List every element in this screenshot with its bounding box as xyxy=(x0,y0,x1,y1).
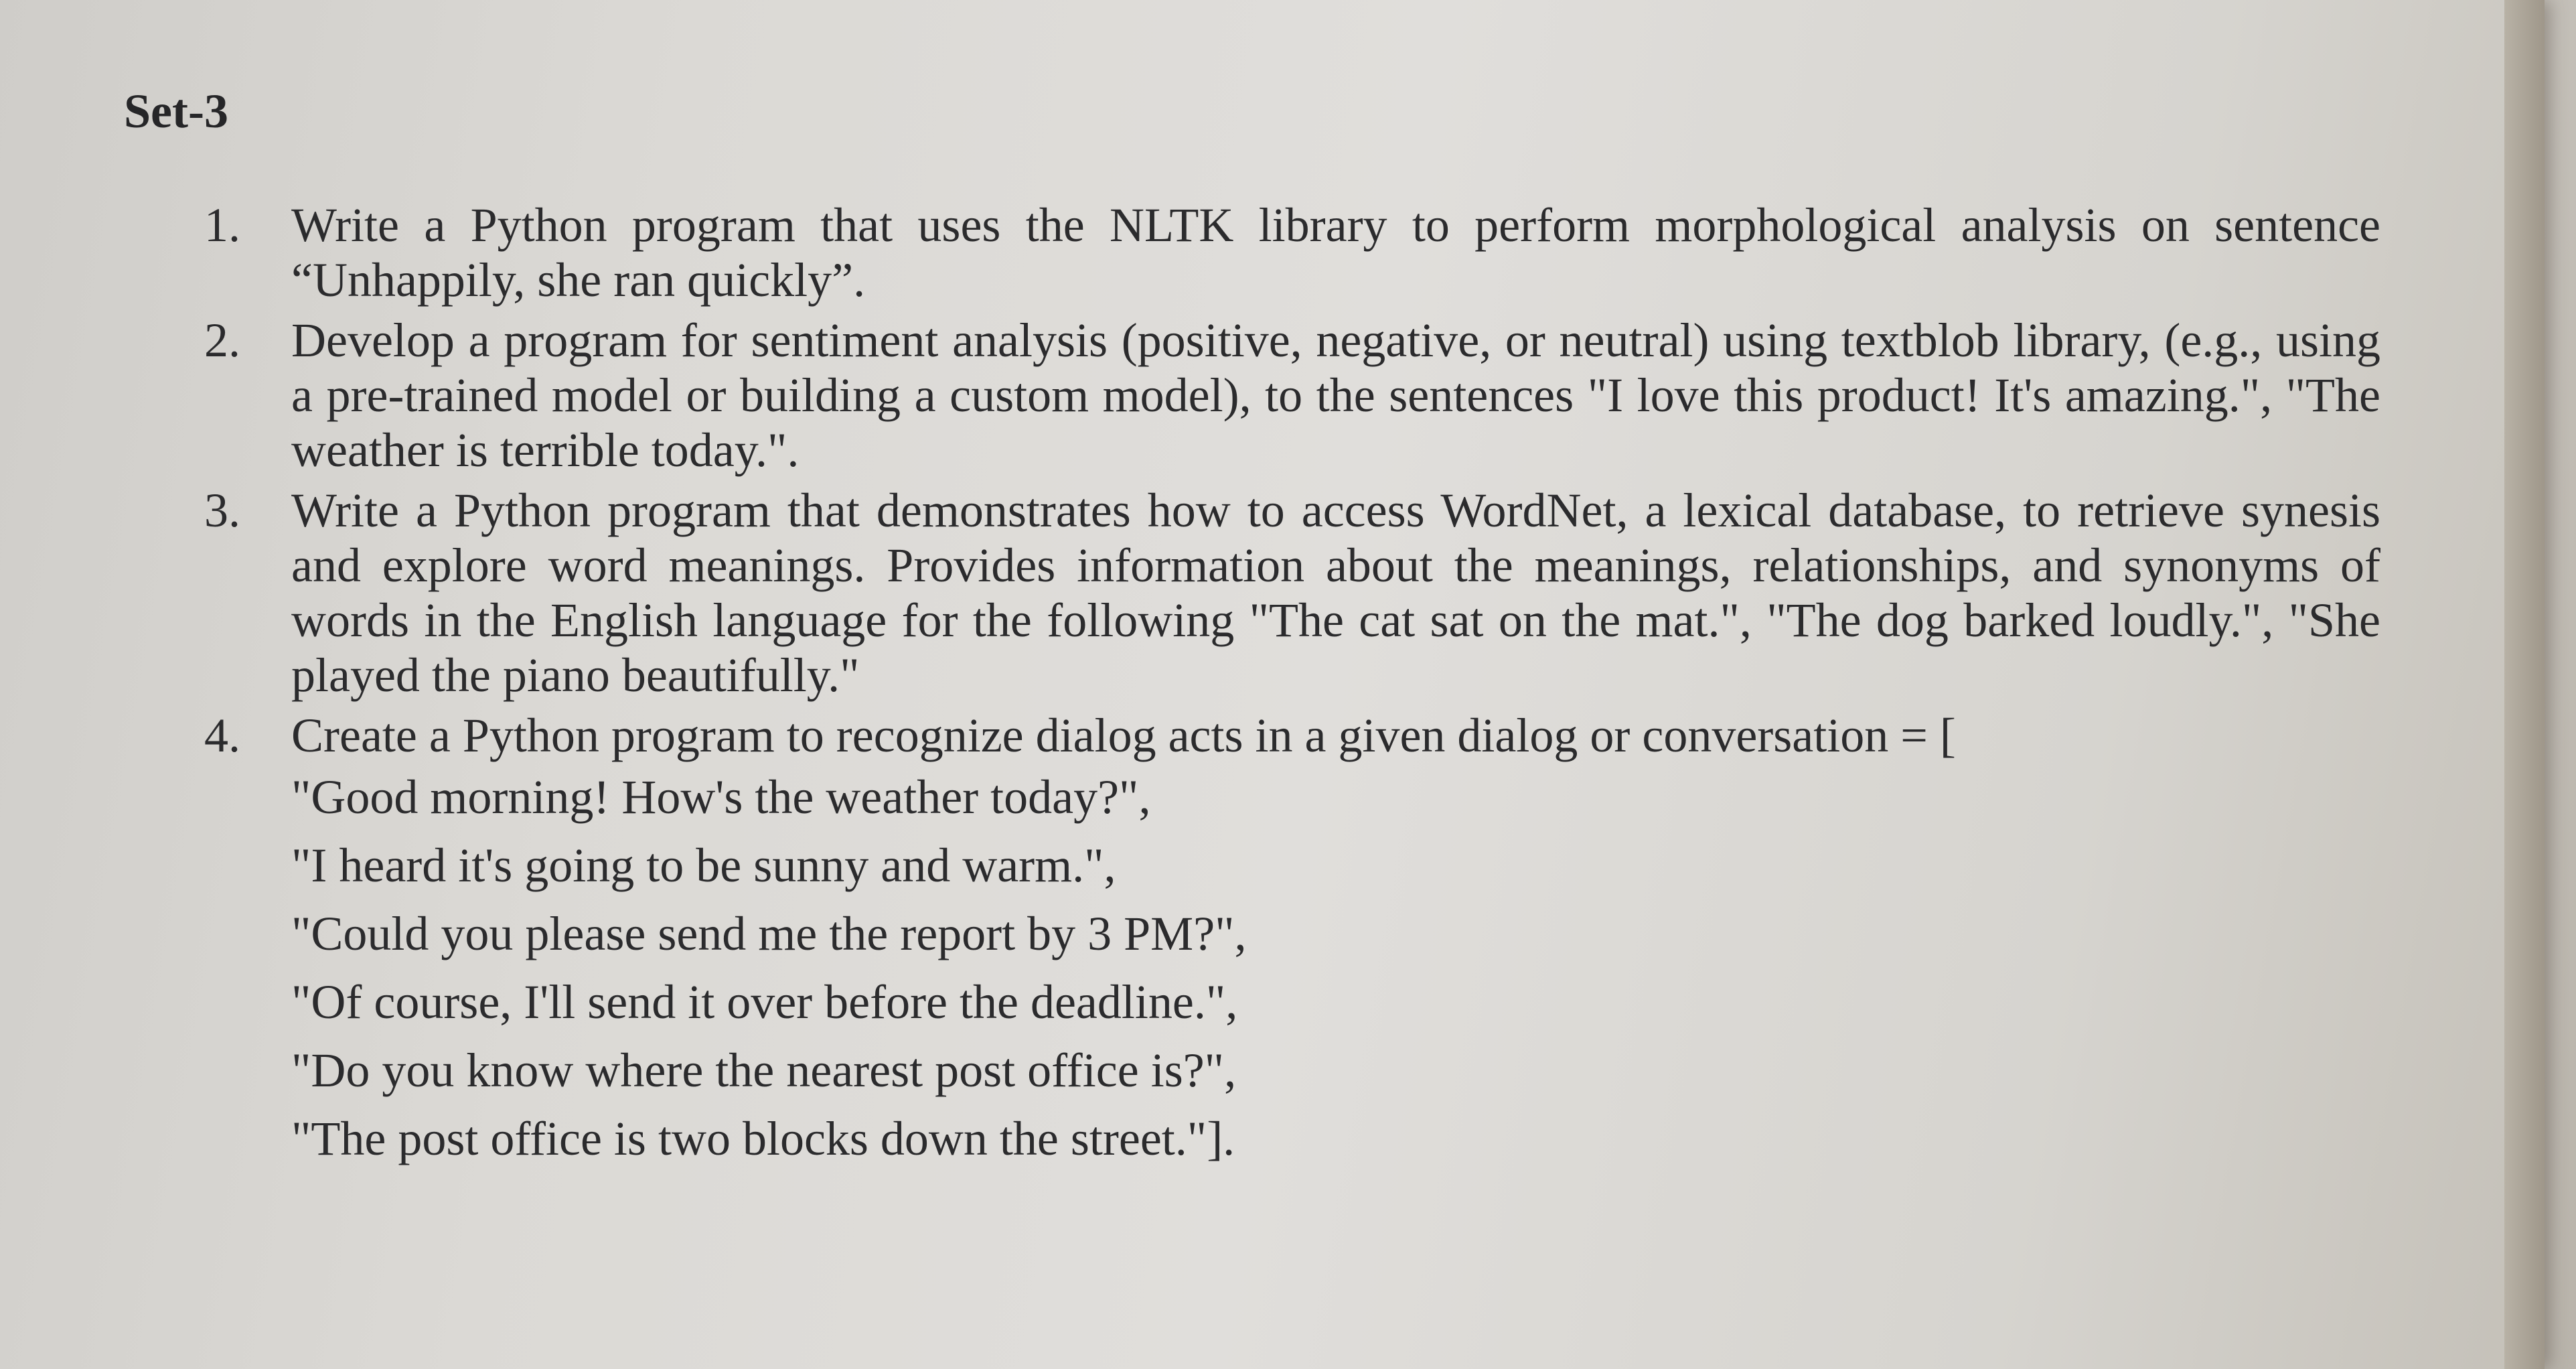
paper-sheet: Set-3 1. Write a Python program that use… xyxy=(0,0,2545,1369)
paper-edge-shadow xyxy=(2504,0,2545,1369)
conversation-line: "I heard it's going to be sunny and warm… xyxy=(291,839,1116,892)
question-text: Develop a program for sentiment analysis… xyxy=(291,313,2380,477)
set-title: Set-3 xyxy=(124,84,228,138)
conversation-line: "The post office is two blocks down the … xyxy=(291,1112,1235,1165)
conversation-block: "Good morning! How's the weather today?"… xyxy=(291,763,2380,1173)
conversation-line: "Do you know where the nearest post offi… xyxy=(291,1043,1237,1097)
document-photo: Set-3 1. Write a Python program that use… xyxy=(0,0,2576,1369)
question-item: 1. Write a Python program that uses the … xyxy=(204,198,2380,307)
conversation-line: "Could you please send me the report by … xyxy=(291,907,1247,960)
question-text: Write a Python program that uses the NLT… xyxy=(291,198,2380,307)
conversation-line: "Good morning! How's the weather today?"… xyxy=(291,770,1151,824)
question-text: Create a Python program to recognize dia… xyxy=(291,709,1956,762)
question-number: 4. xyxy=(204,709,240,762)
question-number: 3. xyxy=(204,484,240,537)
question-number: 1. xyxy=(204,198,240,252)
question-list: 1. Write a Python program that uses the … xyxy=(204,198,2380,1178)
question-item: 3. Write a Python program that demonstra… xyxy=(204,483,2380,703)
question-item: 4. Create a Python program to recognize … xyxy=(204,708,2380,1173)
question-number: 2. xyxy=(204,313,240,367)
conversation-line: "Of course, I'll send it over before the… xyxy=(291,975,1238,1029)
question-item: 2. Develop a program for sentiment analy… xyxy=(204,313,2380,478)
question-text: Write a Python program that demonstrates… xyxy=(291,484,2380,702)
